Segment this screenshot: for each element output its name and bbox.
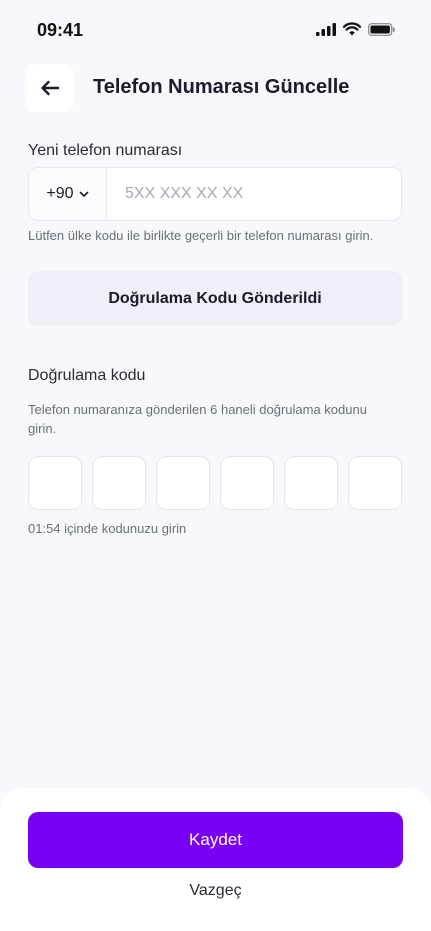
back-button[interactable] — [26, 64, 74, 112]
phone-helper-text: Lütfen ülke kodu ile birlikte geçerli bi… — [28, 228, 374, 243]
arrow-left-icon — [41, 80, 60, 96]
verification-description: Telefon numaranıza gönderilen 6 haneli d… — [28, 402, 367, 436]
cancel-button[interactable]: Vazgeç — [0, 882, 431, 900]
otp-digit-1[interactable] — [28, 456, 82, 510]
wifi-icon — [343, 22, 361, 36]
page-title: Telefon Numarası Güncelle — [93, 76, 350, 98]
header: Telefon Numarası Güncelle — [0, 62, 431, 114]
status-icons — [316, 22, 395, 36]
country-code-value: +90 — [46, 185, 74, 202]
status-bar: 09:41 — [0, 0, 431, 60]
status-time: 09:41 — [37, 20, 84, 40]
chevron-down-icon — [79, 191, 88, 197]
otp-digit-2[interactable] — [92, 456, 146, 510]
signal-icon — [316, 22, 336, 36]
phone-label: Yeni telefon numarası — [28, 142, 183, 159]
battery-icon — [368, 22, 395, 36]
otp-timer-text: 01:54 içinde kodunuzu girin — [28, 521, 187, 536]
phone-number-input[interactable] — [107, 168, 401, 220]
otp-digit-4[interactable] — [220, 456, 274, 510]
otp-digit-6[interactable] — [348, 456, 402, 510]
save-button[interactable]: Kaydet — [28, 812, 403, 868]
verification-label: Doğrulama kodu — [28, 367, 146, 384]
country-code-select[interactable]: +90 — [29, 168, 107, 220]
phone-input-group: +90 — [28, 167, 402, 221]
otp-digit-5[interactable] — [284, 456, 338, 510]
otp-input-group — [28, 456, 402, 510]
code-sent-label: Doğrulama Kodu Gönderildi — [108, 289, 322, 307]
otp-digit-3[interactable] — [156, 456, 210, 510]
bottom-action-sheet: Kaydet Vazgeç — [0, 788, 431, 931]
code-sent-button[interactable]: Doğrulama Kodu Gönderildi — [28, 271, 402, 326]
